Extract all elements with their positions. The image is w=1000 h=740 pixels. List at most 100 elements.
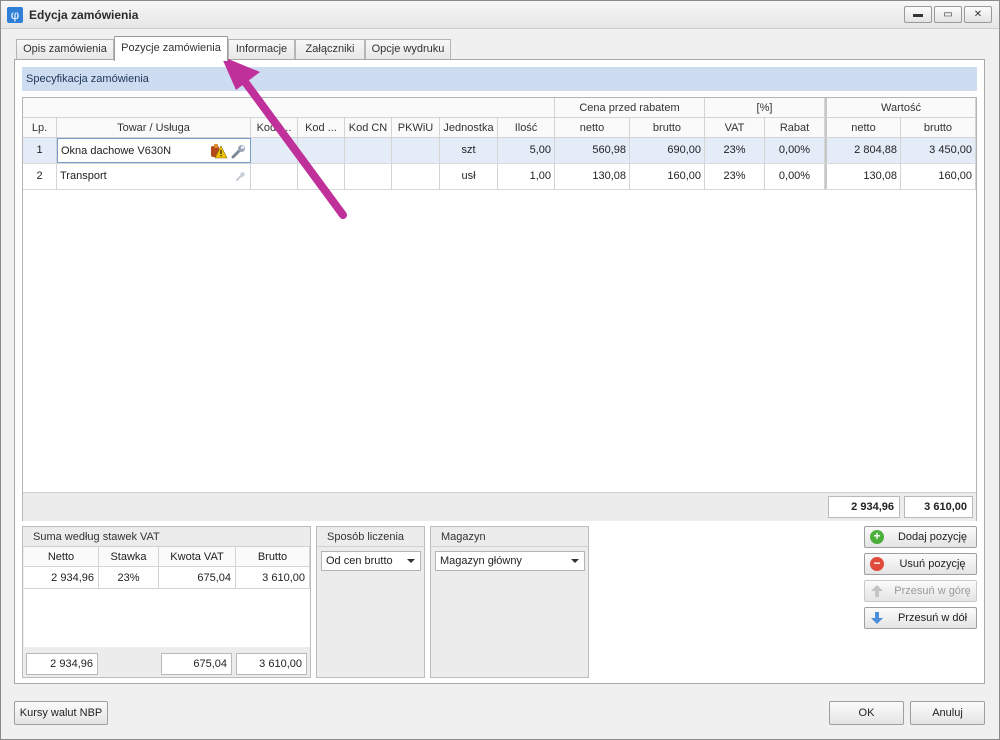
tab-attachments[interactable]: Załączniki [295, 39, 365, 60]
col-header-pkwiu[interactable]: PKWiU [392, 118, 440, 138]
order-edit-window: φ Edycja zamówienia ▬ ▭ ✕ Opis zamówieni… [0, 0, 1000, 740]
add-item-button[interactable]: + Dodaj pozycję [864, 526, 977, 548]
cell-discount: 0,00% [765, 164, 825, 189]
title-bar: φ Edycja zamówienia ▬ ▭ ✕ [1, 1, 999, 29]
col-header-lp[interactable]: Lp. [23, 118, 57, 138]
calc-method-title: Sposób liczenia [317, 527, 424, 547]
vat-total-amount: 675,04 [161, 653, 232, 675]
items-grid: Cena przed rabatem [%] Wartość Lp. Towar… [22, 97, 977, 521]
move-up-button[interactable]: Przesuń w górę [864, 580, 977, 602]
cell-code-cn [345, 164, 392, 189]
total-gross: 3 610,00 [904, 496, 973, 518]
col-header-quantity[interactable]: Ilość [498, 118, 555, 138]
col-header-value-net[interactable]: netto [825, 118, 901, 138]
cell-code2 [298, 138, 345, 163]
cell-value-net: 2 804,88 [825, 138, 901, 163]
arrow-down-icon [871, 612, 883, 624]
cell-product-name: Transport [60, 170, 107, 182]
cancel-button[interactable]: Anuluj [910, 701, 985, 725]
minus-icon: − [870, 557, 884, 571]
cell-lp: 1 [23, 138, 57, 163]
col-header-product[interactable]: Towar / Usługa [57, 118, 251, 138]
calc-method-value: Od cen brutto [326, 555, 393, 567]
vat-summary-title: Suma według stawek VAT [23, 527, 310, 547]
calc-method-group: Sposób liczenia Od cen brutto [316, 526, 425, 678]
warning-goods-icon[interactable] [210, 143, 228, 159]
items-panel: Specyfikacja zamówienia Cena przed rabat… [14, 59, 985, 684]
window-title: Edycja zamówienia [29, 8, 139, 22]
cell-quantity: 5,00 [498, 138, 555, 163]
vat-cell-net: 2 934,96 [24, 567, 99, 589]
cell-product[interactable]: Okna dachowe V630N [57, 138, 251, 163]
cell-value-net: 130,08 [825, 164, 901, 189]
remove-item-button[interactable]: − Usuń pozycję [864, 553, 977, 575]
header-band-price: Cena przed rabatem [555, 98, 705, 118]
nbp-rates-button[interactable]: Kursy walut NBP [14, 701, 108, 725]
col-header-discount[interactable]: Rabat [765, 118, 825, 138]
ok-button[interactable]: OK [829, 701, 904, 725]
maximize-button[interactable]: ▭ [934, 6, 962, 23]
cell-unit: usł [440, 164, 498, 189]
move-down-button[interactable]: Przesuń w dół [864, 607, 977, 629]
order-specification-header: Specyfikacja zamówienia [22, 67, 977, 91]
header-band-percent: [%] [705, 98, 825, 118]
cell-code1 [251, 164, 298, 189]
warehouse-value: Magazyn główny [440, 555, 522, 567]
tab-order-items[interactable]: Pozycje zamówienia [114, 36, 228, 61]
cell-quantity: 1,00 [498, 164, 555, 189]
vat-cell-amount: 675,04 [159, 567, 236, 589]
cell-code2 [298, 164, 345, 189]
table-row[interactable]: 2 Transport usł 1,00 130,08 160,00 23% 0 [23, 164, 976, 190]
cell-product[interactable]: Transport [57, 164, 251, 189]
col-header-gross-price[interactable]: brutto [630, 118, 705, 138]
cell-pkwiu [392, 164, 440, 189]
minimize-button[interactable]: ▬ [904, 6, 932, 23]
col-header-unit[interactable]: Jednostka [440, 118, 498, 138]
vat-col-rate[interactable]: Stawka [99, 547, 159, 567]
cell-code1 [251, 138, 298, 163]
table-row[interactable]: 1 Okna dachowe V630N szt 5,00 560,98 690… [23, 138, 976, 164]
plus-icon: + [870, 530, 884, 544]
col-header-code1[interactable]: Kod t... [251, 118, 298, 138]
chevron-down-icon [407, 559, 415, 563]
cell-code-cn [345, 138, 392, 163]
warehouse-title: Magazyn [431, 527, 588, 547]
tab-information[interactable]: Informacje [228, 39, 295, 60]
tab-print-options[interactable]: Opcje wydruku [365, 39, 451, 60]
cell-gross-price: 160,00 [630, 164, 705, 189]
cell-product-name: Okna dachowe V630N [61, 145, 172, 157]
cell-lp: 2 [23, 164, 57, 189]
vat-summary-group: Suma według stawek VAT Netto Stawka Kwot… [22, 526, 311, 678]
arrow-up-icon [871, 585, 883, 597]
wrench-icon[interactable] [230, 143, 247, 160]
grid-totals-footer: 2 934,96 3 610,00 [23, 492, 976, 521]
header-band-value: Wartość [825, 98, 976, 118]
app-logo-icon: φ [7, 7, 23, 23]
cell-discount: 0,00% [765, 138, 825, 163]
vat-total-gross: 3 610,00 [236, 653, 307, 675]
vat-col-net[interactable]: Netto [24, 547, 99, 567]
col-header-code2[interactable]: Kod ... [298, 118, 345, 138]
cell-net-price: 130,08 [555, 164, 630, 189]
col-header-vat[interactable]: VAT [705, 118, 765, 138]
cell-unit: szt [440, 138, 498, 163]
warehouse-group: Magazyn Magazyn główny [430, 526, 589, 678]
cell-value-gross: 3 450,00 [901, 138, 976, 163]
col-header-value-gross[interactable]: brutto [901, 118, 976, 138]
header-band-empty [23, 98, 555, 118]
cell-vat: 23% [705, 164, 765, 189]
col-header-code-cn[interactable]: Kod CN [345, 118, 392, 138]
vat-total-net: 2 934,96 [26, 653, 98, 675]
warehouse-dropdown[interactable]: Magazyn główny [435, 551, 585, 571]
vat-col-amount[interactable]: Kwota VAT [159, 547, 236, 567]
close-button[interactable]: ✕ [964, 6, 992, 23]
cell-net-price: 560,98 [555, 138, 630, 163]
vat-col-gross[interactable]: Brutto [236, 547, 310, 567]
calc-method-dropdown[interactable]: Od cen brutto [321, 551, 421, 571]
tab-order-description[interactable]: Opis zamówienia [16, 39, 114, 60]
vat-cell-rate: 23% [99, 567, 159, 589]
col-header-net-price[interactable]: netto [555, 118, 630, 138]
cell-value-gross: 160,00 [901, 164, 976, 189]
cell-vat: 23% [705, 138, 765, 163]
wrench-icon[interactable] [235, 171, 246, 182]
